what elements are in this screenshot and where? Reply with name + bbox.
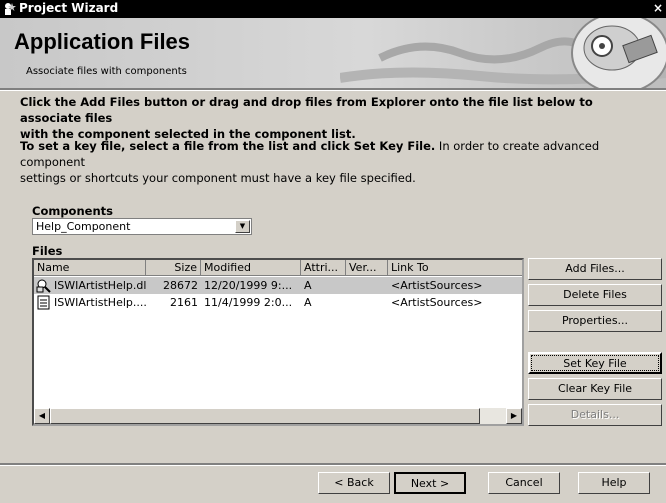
components-dropdown[interactable]: Help_Component ▼ xyxy=(32,218,252,235)
key-file-icon xyxy=(36,279,51,293)
header-graphic xyxy=(340,18,666,88)
window-title: Project Wizard xyxy=(19,1,119,15)
file-name: ISWIArtistHelp.... xyxy=(54,296,146,309)
scroll-right-icon[interactable]: ▶ xyxy=(506,408,522,424)
project-wizard-window: Project Wizard × Application Files Assoc… xyxy=(0,0,666,503)
column-header-attributes[interactable]: Attri... xyxy=(301,260,346,276)
header-divider xyxy=(0,88,666,91)
file-size: 28672 xyxy=(163,279,198,292)
file-row[interactable]: ISWIArtistHelp.dll 28672 12/20/1999 9:..… xyxy=(34,277,522,294)
file-name: ISWIArtistHelp.dll xyxy=(54,279,146,292)
wizard-icon xyxy=(5,3,16,15)
file-link: <ArtistSources> xyxy=(391,296,483,309)
file-attributes: A xyxy=(304,296,312,309)
clear-key-file-button[interactable]: Clear Key File xyxy=(528,378,662,400)
file-row[interactable]: ISWIArtistHelp.... 2161 11/4/1999 2:0...… xyxy=(34,294,522,311)
details-button[interactable]: Details... xyxy=(528,404,662,426)
delete-files-button[interactable]: Delete Files xyxy=(528,284,662,306)
add-files-button[interactable]: Add Files... xyxy=(528,258,662,280)
instructions-add-files: Click the Add Files button or drag and d… xyxy=(20,94,640,142)
back-button[interactable]: < Back xyxy=(318,472,390,494)
column-header-modified[interactable]: Modified xyxy=(201,260,301,276)
horizontal-scrollbar[interactable]: ◀ ▶ xyxy=(34,408,522,424)
components-label: Components xyxy=(32,204,113,218)
keyfile-bold-text: To set a key file, select a file from th… xyxy=(20,139,436,153)
column-header-version[interactable]: Ver... xyxy=(346,260,388,276)
set-key-file-button[interactable]: Set Key File xyxy=(528,352,662,374)
column-header-name[interactable]: Name xyxy=(34,260,146,276)
files-label: Files xyxy=(32,244,63,258)
instructions-key-file: To set a key file, select a file from th… xyxy=(20,138,640,186)
file-link: <ArtistSources> xyxy=(391,279,483,292)
instruction-line-1: Click the Add Files button or drag and d… xyxy=(20,95,593,125)
files-list[interactable]: Name Size Modified Attri... Ver... Link … xyxy=(32,258,524,426)
scrollbar-thumb[interactable] xyxy=(50,408,480,424)
page-subtitle: Associate files with components xyxy=(26,66,187,77)
help-button[interactable]: Help xyxy=(578,472,650,494)
file-size: 2161 xyxy=(170,296,198,309)
file-modified: 12/20/1999 9:... xyxy=(204,279,293,292)
next-button[interactable]: Next > xyxy=(394,472,466,494)
components-selected: Help_Component xyxy=(36,220,131,233)
page-title: Application Files xyxy=(14,29,191,54)
properties-button[interactable]: Properties... xyxy=(528,310,662,332)
file-attributes: A xyxy=(304,279,312,292)
keyfile-line-2: settings or shortcuts your component mus… xyxy=(20,171,416,185)
column-header-size[interactable]: Size xyxy=(146,260,201,276)
cancel-button[interactable]: Cancel xyxy=(488,472,560,494)
wizard-header: Application Files Associate files with c… xyxy=(0,18,666,88)
file-modified: 11/4/1999 2:0... xyxy=(204,296,293,309)
footer-divider xyxy=(0,463,666,466)
chevron-down-icon[interactable]: ▼ xyxy=(235,220,250,233)
title-bar: Project Wizard × xyxy=(0,0,666,18)
scroll-left-icon[interactable]: ◀ xyxy=(34,408,50,424)
document-icon xyxy=(37,295,50,310)
close-icon[interactable]: × xyxy=(653,1,663,15)
column-header-link-to[interactable]: Link To xyxy=(388,260,522,276)
